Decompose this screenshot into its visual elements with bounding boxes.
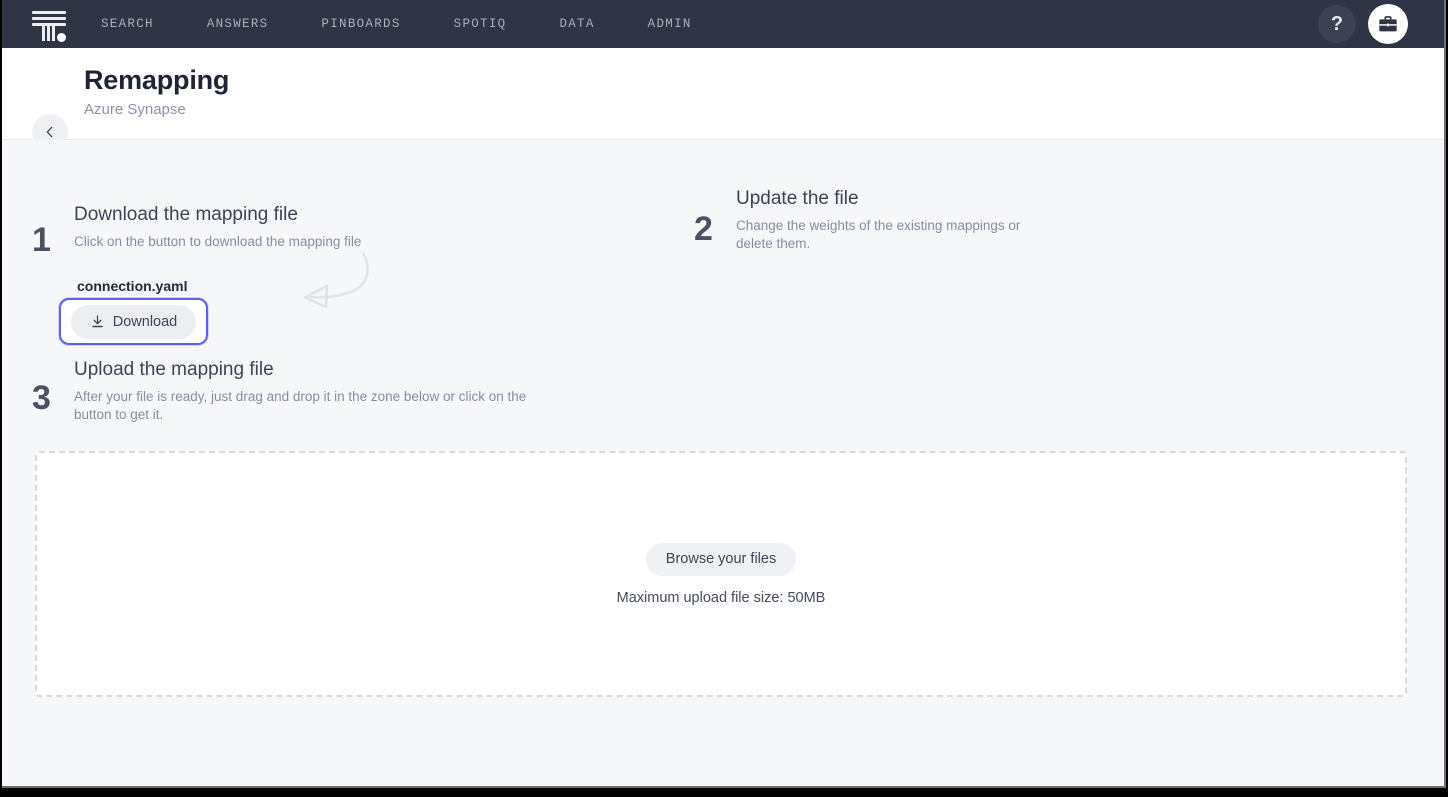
curved-arrow-icon — [297, 250, 377, 317]
step-1-title: Download the mapping file — [74, 204, 361, 227]
nav-item-search[interactable]: SEARCH — [101, 11, 154, 37]
step-2-number: 2 — [694, 188, 736, 253]
step-3: 3 Upload the mapping file After your fil… — [32, 359, 544, 424]
logo-dot — [57, 33, 66, 42]
step-3-description: After your file is ready, just drag and … — [74, 388, 544, 424]
briefcase-icon — [1377, 13, 1399, 35]
logo-stem-2 — [47, 26, 50, 41]
step-2: 2 Update the file Change the weights of … — [694, 188, 1036, 253]
step-2-description: Change the weights of the existing mappi… — [736, 217, 1036, 253]
step-2-text: Update the file Change the weights of th… — [736, 188, 1036, 253]
page-titlebar: Remapping Azure Synapse — [2, 48, 1446, 140]
step-3-title: Upload the mapping file — [74, 359, 544, 382]
step-1-description: Click on the button to download the mapp… — [74, 233, 361, 251]
top-navigation-bar: SEARCH ANSWERS PINBOARDS SPOTIQ DATA ADM… — [2, 0, 1446, 48]
step-1: 1 Download the mapping file Click on the… — [32, 204, 361, 257]
step-3-number: 3 — [32, 359, 74, 424]
nav-right-actions: ? — [1318, 4, 1408, 44]
nav-item-admin[interactable]: ADMIN — [648, 11, 692, 37]
page-title: Remapping — [84, 65, 229, 96]
download-icon — [90, 314, 105, 329]
avatar[interactable] — [1368, 4, 1408, 44]
logo-stem-3 — [52, 26, 55, 41]
max-upload-size-label: Maximum upload file size: 50MB — [617, 590, 826, 606]
screen-root: SEARCH ANSWERS PINBOARDS SPOTIQ DATA ADM… — [0, 0, 1448, 797]
logo-bar-2 — [32, 17, 66, 20]
logo-stem-1 — [42, 26, 45, 41]
nav-item-spotiq[interactable]: SPOTIQ — [454, 11, 507, 37]
nav-item-data[interactable]: DATA — [559, 11, 594, 37]
step-1-text: Download the mapping file Click on the b… — [74, 204, 361, 257]
page-subtitle: Azure Synapse — [84, 101, 186, 118]
thoughtspot-logo[interactable] — [26, 4, 72, 44]
nav-item-pinboards[interactable]: PINBOARDS — [321, 11, 400, 37]
download-button-focus-ring: Download — [59, 298, 208, 345]
browse-files-button[interactable]: Browse your files — [646, 543, 796, 576]
logo-bar-1 — [32, 11, 66, 14]
file-dropzone[interactable]: Browse your files Maximum upload file si… — [35, 451, 1407, 697]
nav-item-answers[interactable]: ANSWERS — [207, 11, 269, 37]
app-frame: SEARCH ANSWERS PINBOARDS SPOTIQ DATA ADM… — [2, 0, 1446, 788]
step-2-title: Update the file — [736, 188, 1036, 211]
help-button[interactable]: ? — [1318, 5, 1356, 43]
mapping-file-name: connection.yaml — [77, 278, 208, 294]
nav-items: SEARCH ANSWERS PINBOARDS SPOTIQ DATA ADM… — [101, 11, 745, 37]
step-3-text: Upload the mapping file After your file … — [74, 359, 544, 424]
download-button-label: Download — [113, 314, 178, 330]
download-button[interactable]: Download — [71, 305, 196, 339]
main-content: 1 Download the mapping file Click on the… — [2, 140, 1446, 788]
step-1-number: 1 — [32, 204, 74, 257]
download-block: connection.yaml Download — [59, 278, 208, 345]
chevron-left-icon — [43, 125, 57, 139]
